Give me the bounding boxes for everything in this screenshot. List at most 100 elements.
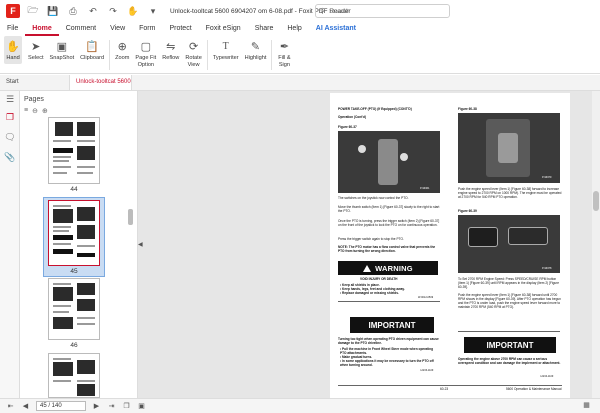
rotate-view-button[interactable]: ⟳ Rotate View bbox=[185, 36, 201, 69]
cursor-icon: ➤ bbox=[31, 40, 41, 53]
zoom-icon: ⊕ bbox=[117, 40, 127, 53]
search-input[interactable] bbox=[329, 7, 440, 15]
hand-button[interactable]: ✋ Hand bbox=[4, 36, 22, 64]
important-item: • Pull the machine in Front Wheel Steer … bbox=[340, 347, 434, 355]
tab-share[interactable]: Share bbox=[248, 22, 281, 36]
ribbon-toolbar: ✋ Hand ➤ Select ▣ SnapShot 📋 Clipboard ⊕… bbox=[0, 36, 600, 74]
thumbnail-image bbox=[48, 117, 100, 184]
warning-icon bbox=[363, 264, 372, 272]
important-item: • In some applications it may be necessa… bbox=[340, 359, 434, 367]
pages-panel-title: Pages bbox=[24, 96, 44, 103]
hand-icon: ✋ bbox=[6, 40, 20, 53]
page-subheading: Operation (Cont'd) bbox=[338, 115, 367, 119]
tab-ai-assistant[interactable]: AI Assistant bbox=[309, 22, 363, 36]
search-box[interactable]: ⚲ bbox=[315, 4, 450, 18]
page-footer-title: 5600 Operation & Maintenance Manual bbox=[506, 387, 562, 391]
view-mode-icon[interactable]: ▦ bbox=[582, 401, 591, 409]
figure-photo-engine-lever: P-99479 bbox=[458, 113, 560, 183]
fill-sign-button[interactable]: ✒ Fill & Sign bbox=[277, 36, 291, 69]
tab-view[interactable]: View bbox=[103, 22, 132, 36]
zoom-in-thumbs-icon[interactable]: ⊕ bbox=[42, 107, 48, 115]
comments-panel-icon[interactable]: 🗨 bbox=[0, 127, 20, 147]
next-page-icon[interactable]: ▶ bbox=[92, 402, 101, 410]
scrollbar-thumb[interactable] bbox=[593, 191, 599, 211]
document-tabs: Start Unlock-tooltcat 5600 ... bbox=[0, 75, 600, 91]
select-button[interactable]: ➤ Select bbox=[28, 36, 44, 62]
collapse-panel-icon[interactable]: ◀ bbox=[138, 241, 143, 251]
warning-title: VOID INJURY OR DEATH bbox=[360, 277, 398, 281]
customize-dropdown-icon[interactable]: ▾ bbox=[146, 4, 160, 18]
save-icon[interactable]: 💾 bbox=[46, 4, 60, 18]
tab-current-document[interactable]: Unlock-tooltcat 5600 ... bbox=[70, 75, 132, 90]
undo-icon[interactable]: ↶ bbox=[86, 4, 100, 18]
search-icon: ⚲ bbox=[320, 8, 326, 15]
thumbnail-image bbox=[48, 200, 100, 266]
important-banner: IMPORTANT bbox=[350, 317, 434, 333]
hand-tool-icon[interactable]: ✋ bbox=[126, 4, 140, 18]
print-icon[interactable]: ⎙ bbox=[66, 4, 80, 18]
title-bar: F 🗁 💾 ⎙ ↶ ↷ ✋ ▾ Unlock-tooltcat 5600 690… bbox=[0, 0, 600, 22]
figure-photo-display: P-99478 bbox=[458, 215, 560, 273]
paragraph: Once the PTO is turning, press the trigg… bbox=[338, 219, 440, 227]
pages-panel: Pages ≡ ⊖ ⊕ 44 45 46 bbox=[20, 91, 138, 398]
clipboard-button[interactable]: 📋 Clipboard bbox=[80, 36, 104, 62]
paragraph: Press the trigger switch again to stop t… bbox=[338, 237, 404, 241]
camera-icon: ▣ bbox=[56, 40, 68, 53]
clipboard-icon: 📋 bbox=[85, 40, 99, 53]
paragraph: Move the thumb switch (Item 1) [Figure 6… bbox=[338, 205, 440, 213]
tab-help[interactable]: Help bbox=[280, 22, 308, 36]
last-page-icon[interactable]: ⇥ bbox=[107, 402, 116, 410]
page-fit-option-button[interactable]: ▢ Page Fit Option bbox=[135, 36, 156, 69]
figure-photo-joystick: P-99461 bbox=[338, 131, 440, 193]
paragraph: Push the engine speed lever (Item 1) [Fi… bbox=[458, 293, 561, 309]
page-number-field[interactable]: 45 / 140 bbox=[36, 401, 86, 411]
tab-comment[interactable]: Comment bbox=[59, 22, 103, 36]
foxit-logo-icon: F bbox=[6, 4, 20, 18]
copy-icon[interactable]: ❐ bbox=[122, 402, 131, 410]
snapshot-button[interactable]: ▣ SnapShot bbox=[50, 36, 75, 62]
pages-panel-icon[interactable]: ❐ bbox=[0, 107, 20, 127]
thumbnail-image bbox=[48, 278, 100, 340]
typewriter-button[interactable]: T Typewriter bbox=[213, 36, 239, 62]
document-scrollbar[interactable] bbox=[592, 91, 600, 398]
tab-start[interactable]: Start bbox=[0, 75, 70, 90]
figure-label: Figure 60-37 bbox=[338, 125, 357, 129]
pdf-page: POWER TAKE-OFF (PTO) (If Equipped) (CONT… bbox=[330, 93, 570, 398]
thumbnails-scrollbar[interactable] bbox=[128, 209, 133, 225]
tab-home[interactable]: Home bbox=[25, 22, 59, 36]
important-text: Operating the engine above 2700 RPM can … bbox=[458, 357, 561, 365]
zoom-button[interactable]: ⊕ Zoom bbox=[115, 36, 129, 62]
warning-banner: WARNING bbox=[338, 261, 438, 275]
tab-file[interactable]: File bbox=[0, 22, 25, 36]
navigation-strip: ☰ ❐ 🗨 📎 bbox=[0, 91, 20, 398]
important-text: Turning too tight when operating PTO dri… bbox=[338, 337, 439, 345]
reflow-button[interactable]: ⇋ Reflow bbox=[162, 36, 179, 62]
figure-label: Figure 60-38 bbox=[458, 107, 477, 111]
tab-foxit-esign[interactable]: Foxit eSign bbox=[199, 22, 248, 36]
paragraph: The switches on the joystick now control… bbox=[338, 196, 409, 200]
highlighter-icon: ✎ bbox=[250, 40, 261, 53]
zoom-out-thumbs-icon[interactable]: ⊖ bbox=[32, 107, 38, 115]
warning-item: • Replace damaged or missing shields. bbox=[340, 291, 399, 295]
highlight-button[interactable]: ✎ Highlight bbox=[245, 36, 267, 62]
page-thumbnail-45[interactable]: 45 bbox=[48, 200, 100, 275]
pages-panel-toolbar: ≡ ⊖ ⊕ bbox=[24, 107, 48, 115]
previous-page-icon[interactable]: ◀ bbox=[21, 402, 30, 410]
paragraph: Push the engine speed lever (Item 1) [Fi… bbox=[458, 187, 562, 199]
tab-protect[interactable]: Protect bbox=[162, 22, 198, 36]
page-thumbnail-44[interactable]: 44 bbox=[48, 117, 100, 193]
panel-options-icon[interactable]: ≡ bbox=[24, 107, 28, 115]
tab-form[interactable]: Form bbox=[132, 22, 162, 36]
ribbon-tabs: File Home Comment View Form Protect Foxi… bbox=[0, 22, 600, 36]
document-view[interactable]: ◀ POWER TAKE-OFF (PTO) (If Equipped) (CO… bbox=[138, 91, 600, 398]
view-mode-controls: ▦ bbox=[579, 401, 594, 409]
attachments-panel-icon[interactable]: 📎 bbox=[0, 147, 20, 167]
first-page-icon[interactable]: ⇤ bbox=[6, 402, 15, 410]
page-thumbnail-47[interactable] bbox=[48, 353, 100, 398]
save-page-icon[interactable]: ▣ bbox=[137, 402, 146, 410]
redo-icon[interactable]: ↷ bbox=[106, 4, 120, 18]
navigation-toggle-icon[interactable]: ☰ bbox=[0, 91, 20, 107]
rotate-icon: ⟳ bbox=[188, 40, 199, 53]
open-file-icon[interactable]: 🗁 bbox=[26, 4, 40, 18]
page-thumbnail-46[interactable]: 46 bbox=[48, 278, 100, 349]
